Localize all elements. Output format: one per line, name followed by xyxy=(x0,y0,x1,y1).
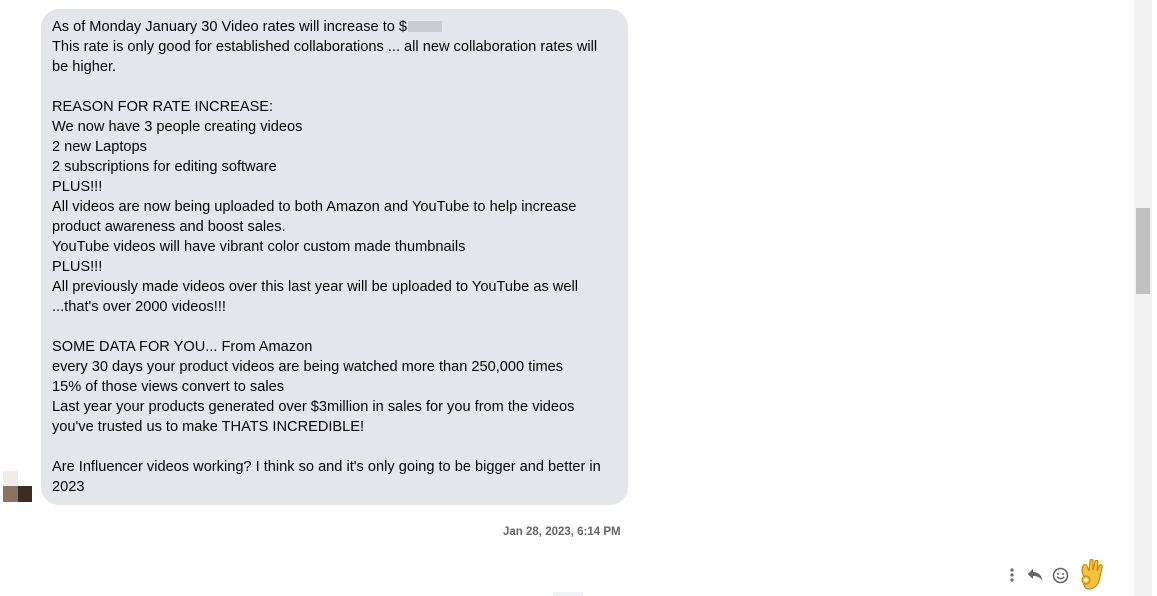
next-message-hint xyxy=(553,592,583,596)
message-line: All videos are now being uploaded to bot… xyxy=(52,199,577,235)
reply-button[interactable] xyxy=(1023,563,1047,587)
conversation-view: As of Monday January 30 Video rates will… xyxy=(0,0,1157,596)
scrollbar-track[interactable] xyxy=(1134,0,1152,596)
window-edge xyxy=(1152,0,1157,596)
message-line: ...that's over 2000 videos!!! xyxy=(52,299,226,315)
message-line: PLUS!!! xyxy=(52,179,103,195)
message-line: REASON FOR RATE INCREASE: xyxy=(52,99,274,115)
react-button[interactable] xyxy=(1048,563,1072,587)
reply-icon xyxy=(1027,569,1043,581)
message-line: 15% of those views convert to sales xyxy=(52,379,284,395)
more-options-button[interactable] xyxy=(1004,563,1020,587)
message-line: YouTube videos will have vibrant color c… xyxy=(52,239,466,255)
more-vertical-icon xyxy=(1010,568,1014,582)
message-bubble[interactable]: As of Monday January 30 Video rates will… xyxy=(41,9,628,505)
message-actions xyxy=(1004,558,1108,590)
rate-intro-text: As of Monday January 30 Video rates will… xyxy=(52,19,408,35)
avatar-pixel xyxy=(18,471,32,486)
redacted-amount xyxy=(408,21,443,32)
message-line: Last year your products generated over $… xyxy=(52,399,575,435)
message-timestamp: Jan 28, 2023, 6:14 PM xyxy=(503,526,621,538)
scrollbar-thumb[interactable] xyxy=(1136,208,1150,294)
ok-hand-reaction[interactable] xyxy=(1074,558,1108,592)
avatar-pixel xyxy=(3,486,18,502)
sender-avatar[interactable] xyxy=(3,471,32,502)
avatar-pixel xyxy=(3,471,18,486)
message-line: As of Monday January 30 Video rates will… xyxy=(52,17,617,37)
message-line: SOME DATA FOR YOU... From Amazon xyxy=(52,339,313,355)
message-line: This rate is only good for established c… xyxy=(52,39,598,75)
avatar-pixel xyxy=(18,486,32,502)
ok-hand-icon xyxy=(1081,558,1103,590)
message-line: every 30 days your product videos are be… xyxy=(52,359,564,375)
smiley-icon xyxy=(1052,567,1068,583)
message-line: PLUS!!! xyxy=(52,259,103,275)
message-line: 2 subscriptions for editing software xyxy=(52,159,277,175)
message-line: All previously made videos over this las… xyxy=(52,279,578,295)
message-line: We now have 3 people creating videos xyxy=(52,119,303,135)
message-line: Are Influencer videos working? I think s… xyxy=(52,459,601,495)
message-line: 2 new Laptops xyxy=(52,139,147,155)
